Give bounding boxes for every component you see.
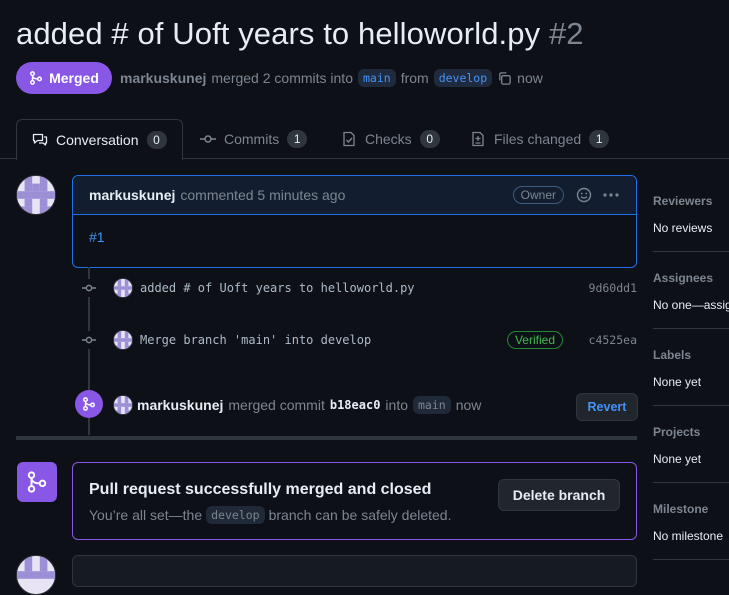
into-text: into — [385, 397, 408, 413]
sidebar-labels[interactable]: Labels None yet — [653, 348, 729, 389]
tab-label: Commits — [224, 131, 280, 147]
base-branch[interactable]: main — [357, 69, 396, 87]
git-commit-icon — [80, 331, 98, 349]
sidebar-reviewers[interactable]: Reviewers No reviews — [653, 194, 729, 235]
git-merge-icon — [75, 390, 103, 418]
sidebar-title: Assignees — [653, 271, 714, 285]
git-merge-icon — [30, 71, 43, 85]
author-link[interactable]: markuskunej — [120, 70, 206, 86]
tab-label: Checks — [365, 131, 412, 147]
sidebar-title: Labels — [653, 348, 692, 362]
tab-label: Conversation — [56, 132, 139, 148]
comment-body: #1 — [73, 215, 636, 259]
avatar[interactable] — [113, 278, 133, 298]
timeline-end-divider — [16, 436, 637, 440]
sidebar-divider — [653, 482, 729, 483]
tab-counter: 0 — [419, 130, 440, 148]
merge-time: now — [517, 70, 543, 86]
sidebar-title: Reviewers — [653, 194, 713, 208]
sidebar-value: No reviews — [653, 221, 713, 235]
sidebar-divider — [653, 405, 729, 406]
deletable-branch[interactable]: develop — [206, 506, 265, 524]
comment-discussion-icon — [32, 133, 48, 146]
comment-meta[interactable]: commented 5 minutes ago — [180, 187, 345, 203]
pr-meta: markuskunej merged 2 commits into main f… — [120, 62, 543, 94]
comment-box: markuskunej commented 5 minutes ago Owne… — [72, 175, 637, 268]
commit-sha[interactable]: 9d60dd1 — [589, 281, 637, 295]
verified-badge[interactable]: Verified — [506, 331, 563, 349]
tab-label: Files changed — [494, 131, 582, 147]
pr-title-text: added # of Uoft years to helloworld.py — [16, 16, 541, 51]
sidebar-projects[interactable]: Projects None yet — [653, 425, 729, 466]
merge-event-time: now — [455, 397, 482, 413]
tab-commits[interactable]: Commits 1 — [200, 119, 308, 159]
head-branch[interactable]: develop — [433, 69, 493, 87]
tab-counter: 1 — [589, 130, 610, 148]
commit-message[interactable]: added # of Uoft years to helloworld.py — [140, 281, 415, 295]
avatar[interactable] — [113, 330, 133, 350]
merged-status-badge: Merged — [16, 62, 112, 94]
new-comment-box[interactable] — [72, 555, 637, 587]
merge-branch[interactable]: main — [413, 396, 451, 414]
merged-commits-text: merged 2 commits into — [211, 70, 353, 86]
sidebar-divider — [653, 251, 729, 252]
sidebar-milestone[interactable]: Milestone No milestone — [653, 502, 729, 543]
sidebar-divider — [653, 328, 729, 329]
comment-author[interactable]: markuskunej — [89, 187, 175, 203]
avatar[interactable] — [16, 555, 56, 595]
file-diff-icon — [472, 131, 484, 147]
delete-branch-button[interactable]: Delete branch — [498, 479, 620, 511]
merged-status-label: Merged — [49, 70, 99, 86]
merged-description: You’re all set—the develop branch can be… — [89, 506, 451, 524]
kebab-horizontal-icon[interactable] — [602, 187, 620, 203]
commit-row: Merge branch 'main' into develop Verifie… — [80, 328, 637, 352]
merge-event: markuskunej merged commit b18eac0 into m… — [137, 396, 481, 414]
sidebar-value[interactable]: No one—assign yourself — [653, 298, 729, 312]
page-title: added # of Uoft years to helloworld.py #… — [16, 16, 584, 52]
tab-checks[interactable]: Checks 0 — [341, 119, 440, 159]
pr-number: #2 — [548, 16, 584, 51]
merge-event-text: merged commit — [228, 397, 325, 413]
merged-desc-suffix: branch can be safely deleted. — [268, 507, 452, 523]
git-commit-icon — [200, 135, 216, 143]
revert-button[interactable]: Revert — [576, 393, 638, 421]
avatar[interactable] — [16, 175, 56, 215]
merge-author[interactable]: markuskunej — [137, 397, 223, 413]
merged-title: Pull request successfully merged and clo… — [89, 481, 432, 498]
sidebar-divider — [653, 559, 729, 560]
merged-desc-prefix: You’re all set—the — [89, 507, 203, 523]
sidebar-assignees[interactable]: Assignees No one—assign yourself — [653, 271, 729, 312]
owner-badge: Owner — [512, 186, 564, 204]
merged-status-box: Pull request successfully merged and clo… — [72, 462, 637, 540]
tab-files-changed[interactable]: Files changed 1 — [470, 119, 610, 159]
from-text: from — [400, 70, 429, 86]
avatar[interactable] — [113, 395, 133, 415]
tab-counter: 1 — [287, 130, 308, 148]
comment-header: markuskunej commented 5 minutes ago Owne… — [73, 176, 636, 215]
tab-conversation[interactable]: Conversation 0 — [16, 119, 183, 160]
git-commit-icon — [80, 279, 98, 297]
checklist-icon — [343, 131, 355, 147]
sidebar-value: No milestone — [653, 529, 724, 543]
sidebar-value: None yet — [653, 375, 702, 389]
copy-icon[interactable] — [497, 71, 512, 86]
commit-row: added # of Uoft years to helloworld.py 9… — [80, 276, 637, 300]
sidebar-value: None yet — [653, 452, 702, 466]
merge-commit-sha[interactable]: b18eac0 — [330, 398, 381, 412]
identicon-image — [17, 176, 55, 214]
commit-message[interactable]: Merge branch 'main' into develop — [140, 333, 371, 347]
git-merge-icon — [17, 462, 57, 502]
smiley-icon[interactable] — [576, 187, 592, 203]
tab-counter: 0 — [146, 131, 167, 149]
sidebar-title: Projects — [653, 425, 701, 439]
commit-sha[interactable]: c4525ea — [589, 333, 637, 347]
sidebar-title: Milestone — [653, 502, 709, 516]
issue-link[interactable]: #1 — [89, 229, 105, 245]
